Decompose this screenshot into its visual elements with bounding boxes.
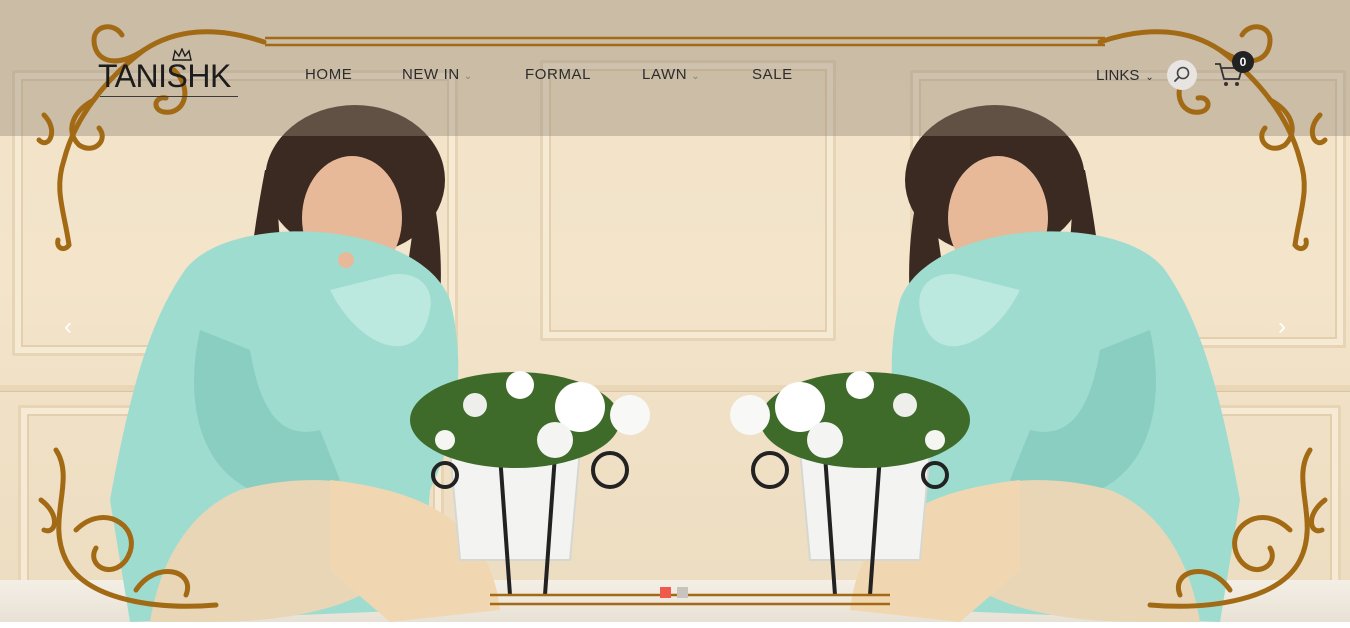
chevron-right-icon: ›: [1278, 313, 1286, 340]
chevron-down-icon: ⌄: [463, 71, 473, 82]
page: TANISHK HOME NEW IN ⌄ FORMAL LAWN ⌄ SALE L…: [0, 0, 1350, 628]
nav-label: SALE: [752, 66, 793, 83]
chevron-down-icon: ⌄: [691, 71, 701, 82]
links-dropdown[interactable]: LINKS ⌄: [1096, 67, 1154, 84]
slider-prev-button[interactable]: ‹: [52, 312, 84, 344]
ornament-bottom-left: [38, 447, 219, 609]
slider-pagination: [660, 585, 694, 603]
hero-slider: TANISHK HOME NEW IN ⌄ FORMAL LAWN ⌄ SALE L…: [0, 0, 1350, 622]
nav-item-new-in[interactable]: NEW IN ⌄: [402, 66, 473, 83]
slide-dot-active[interactable]: [660, 587, 671, 598]
nav-label: FORMAL: [525, 66, 592, 83]
flower-pot-left: [410, 371, 650, 595]
nav-label: NEW IN: [402, 66, 460, 83]
search-button[interactable]: [1167, 60, 1197, 90]
ornament-top-right: [1097, 24, 1328, 252]
ornament-top-left: [36, 24, 267, 252]
links-label: LINKS: [1096, 67, 1140, 84]
nav-item-sale[interactable]: SALE: [752, 66, 793, 83]
nav-item-lawn[interactable]: LAWN ⌄: [642, 66, 700, 83]
nav-item-home[interactable]: HOME: [305, 66, 352, 83]
cart-count-badge: 0: [1232, 51, 1254, 73]
search-icon: [1174, 66, 1190, 82]
flower-pot-right: [730, 371, 970, 595]
chevron-left-icon: ‹: [64, 313, 72, 340]
slide-dot[interactable]: [677, 587, 688, 598]
slider-next-button[interactable]: ›: [1266, 312, 1298, 344]
chevron-down-icon: ⌄: [1145, 72, 1154, 83]
nav-label: LAWN: [642, 66, 688, 83]
ornament-top-border: [265, 36, 1105, 47]
brand-logo[interactable]: TANISHK: [98, 58, 231, 95]
nav-item-formal[interactable]: FORMAL: [525, 66, 591, 83]
logo-underline: [100, 96, 238, 97]
ornament-bottom-right: [1147, 447, 1328, 609]
nav-label: HOME: [305, 66, 353, 83]
